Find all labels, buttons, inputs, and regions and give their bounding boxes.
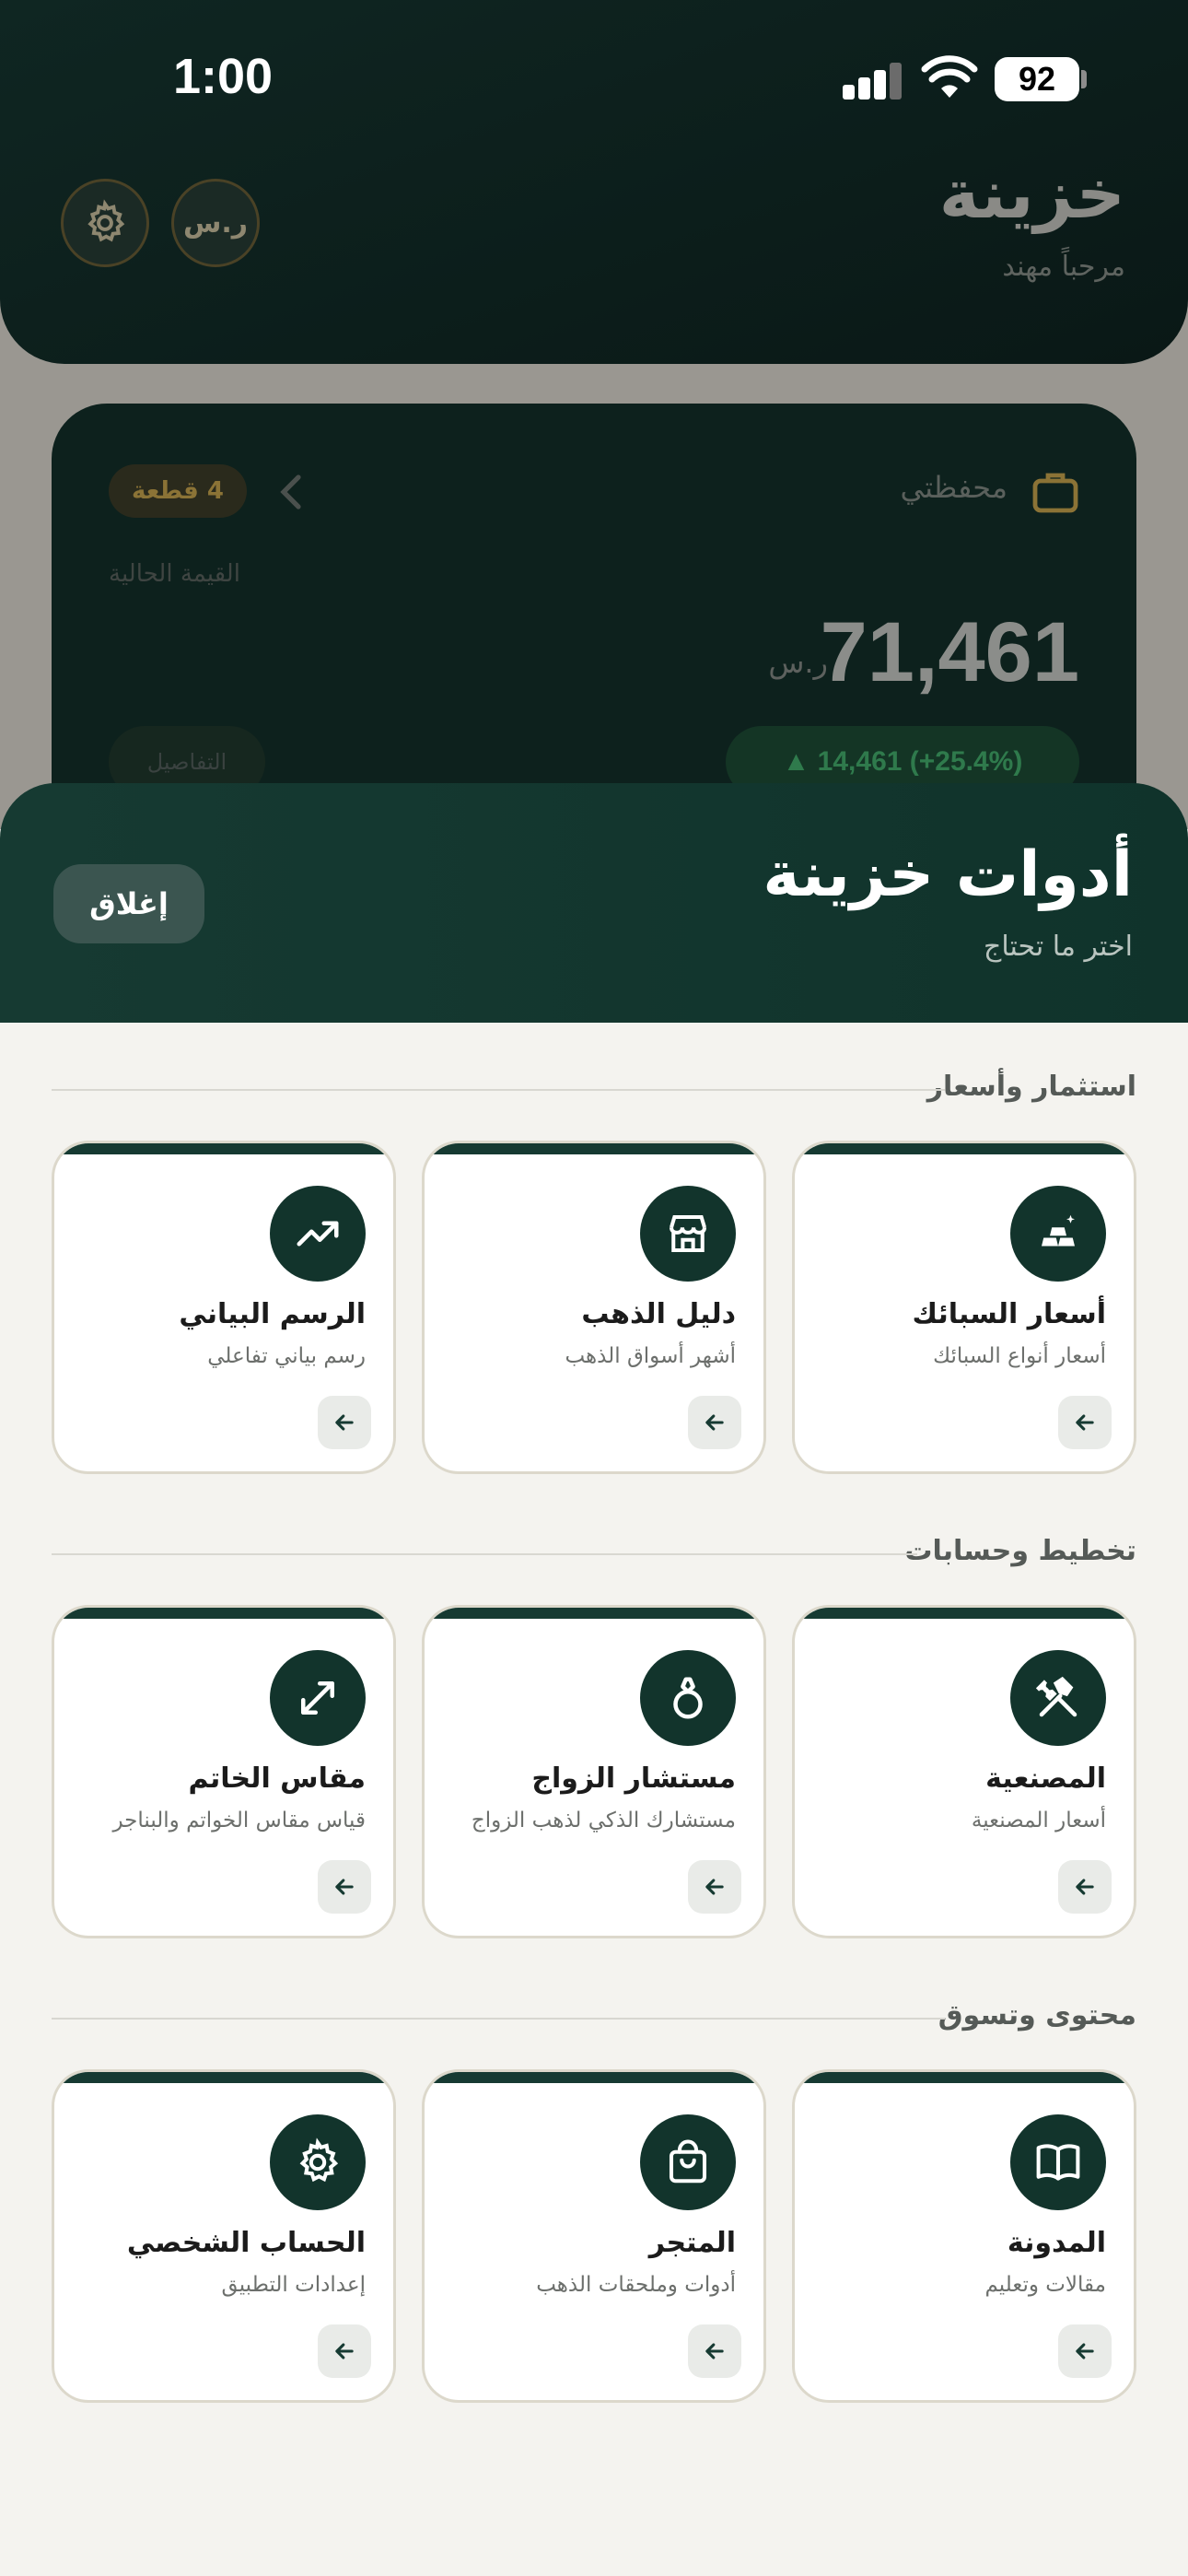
tool-name: دليل الذهب	[581, 1298, 736, 1330]
tool-name: المدونة	[1007, 2227, 1106, 2259]
arrow-left-icon[interactable]	[1058, 1396, 1112, 1449]
app-title: خزينة	[938, 155, 1125, 234]
tool-desc: مقالات وتعليم	[984, 2273, 1106, 2297]
tool-desc: قياس مقاس الخواتم والبناجر	[112, 1809, 366, 1832]
section-divider	[52, 1553, 917, 1555]
section-divider	[52, 2018, 945, 2020]
tool-name: أسعار السبائك	[912, 1298, 1106, 1330]
resize-icon	[270, 1650, 366, 1746]
sheet-subtitle: اختر ما تحتاج	[983, 931, 1133, 963]
arrow-left-icon[interactable]	[1058, 2324, 1112, 2378]
section-title: استثمار وأسعار	[926, 1071, 1136, 1103]
trending-up-icon	[270, 1186, 366, 1282]
section-title: محتوى وتسوق	[938, 1999, 1136, 2032]
currency-button[interactable]: ر.س	[171, 179, 260, 267]
wifi-icon	[921, 55, 978, 98]
tool-desc: أشهر أسواق الذهب	[565, 1344, 736, 1368]
arrow-left-icon[interactable]	[318, 1396, 371, 1449]
arrow-left-icon[interactable]	[318, 1860, 371, 1914]
book-icon	[1010, 2114, 1106, 2210]
gold-bars-icon	[1010, 1186, 1106, 1282]
tool-card-store[interactable]: المتجر أدوات وملحقات الذهب	[422, 2069, 766, 2403]
app-header: 1:00 92 خزينة مرحباً مهند ر.س	[0, 0, 1188, 364]
status-time: 1:00	[173, 49, 274, 104]
gear-icon	[270, 2114, 366, 2210]
tools-icon	[1010, 1650, 1106, 1746]
portfolio-card[interactable]: محفظتي 4 قطعة القيمة الحالية 71,461 ر.س …	[52, 404, 1136, 846]
battery-indicator: 92	[995, 57, 1079, 101]
tool-card-blog[interactable]: المدونة مقالات وتعليم	[792, 2069, 1136, 2403]
tool-card-gold-guide[interactable]: دليل الذهب أشهر أسواق الذهب	[422, 1141, 766, 1474]
close-button[interactable]: إغلاق	[53, 864, 204, 943]
tools-sheet-body: استثمار وأسعار أسعار السبائك أسعار أنواع…	[0, 1023, 1188, 2576]
tool-card-workmanship[interactable]: المصنعية أسعار المصنعية	[792, 1605, 1136, 1938]
background-app: 1:00 92 خزينة مرحباً مهند ر.س محفظتي 4 ق…	[0, 0, 1188, 846]
tool-name: الحساب الشخصي	[126, 2227, 366, 2259]
arrow-left-icon[interactable]	[688, 1396, 741, 1449]
tool-name: المصنعية	[985, 1762, 1106, 1795]
shopping-bag-icon	[640, 2114, 736, 2210]
arrow-left-icon[interactable]	[1058, 1860, 1112, 1914]
portfolio-value: 71,461	[820, 605, 1079, 699]
tool-desc: مستشارك الذكي لذهب الزواج	[471, 1809, 736, 1832]
tool-name: مقاس الخاتم	[188, 1762, 367, 1795]
tool-card-chart[interactable]: الرسم البياني رسم بياني تفاعلي	[52, 1141, 396, 1474]
arrow-left-icon[interactable]	[318, 2324, 371, 2378]
greeting: مرحباً مهند	[1002, 251, 1125, 283]
tool-card-ring-size[interactable]: مقاس الخاتم قياس مقاس الخواتم والبناجر	[52, 1605, 396, 1938]
tool-card-wedding-advisor[interactable]: مستشار الزواج مستشارك الذكي لذهب الزواج	[422, 1605, 766, 1938]
briefcase-icon	[1032, 473, 1078, 513]
tool-desc: أدوات وملحقات الذهب	[536, 2273, 736, 2297]
tool-desc: أسعار أنواع السبائك	[933, 1344, 1106, 1368]
battery-tip	[1081, 70, 1087, 88]
sheet-title: أدوات خزينة	[763, 838, 1133, 911]
tool-desc: رسم بياني تفاعلي	[207, 1344, 366, 1368]
tool-name: الرسم البياني	[179, 1298, 366, 1330]
portfolio-currency: ر.س	[768, 645, 828, 680]
tool-name: مستشار الزواج	[531, 1762, 736, 1795]
tool-name: المتجر	[648, 2227, 736, 2259]
arrow-left-icon[interactable]	[688, 1860, 741, 1914]
tool-card-profile[interactable]: الحساب الشخصي إعدادات التطبيق	[52, 2069, 396, 2403]
signal-icon	[843, 63, 902, 100]
tool-desc: أسعار المصنعية	[971, 1809, 1106, 1832]
tool-desc: إعدادات التطبيق	[221, 2273, 366, 2297]
store-icon	[640, 1186, 736, 1282]
section-title: تخطيط وحسابات	[904, 1535, 1136, 1567]
pieces-badge: 4 قطعة	[109, 464, 247, 518]
gear-icon	[87, 199, 125, 242]
arrow-left-icon[interactable]	[688, 2324, 741, 2378]
ring-icon	[640, 1650, 736, 1746]
current-value-label: القيمة الحالية	[109, 560, 240, 588]
portfolio-title: محفظتي	[900, 470, 1007, 505]
settings-button[interactable]	[61, 179, 149, 267]
section-divider	[52, 1089, 945, 1091]
chevron-left-icon[interactable]	[280, 474, 302, 510]
sheet-header: أدوات خزينة اختر ما تحتاج إغلاق	[0, 783, 1188, 1025]
tool-card-bullion-prices[interactable]: أسعار السبائك أسعار أنواع السبائك	[792, 1141, 1136, 1474]
